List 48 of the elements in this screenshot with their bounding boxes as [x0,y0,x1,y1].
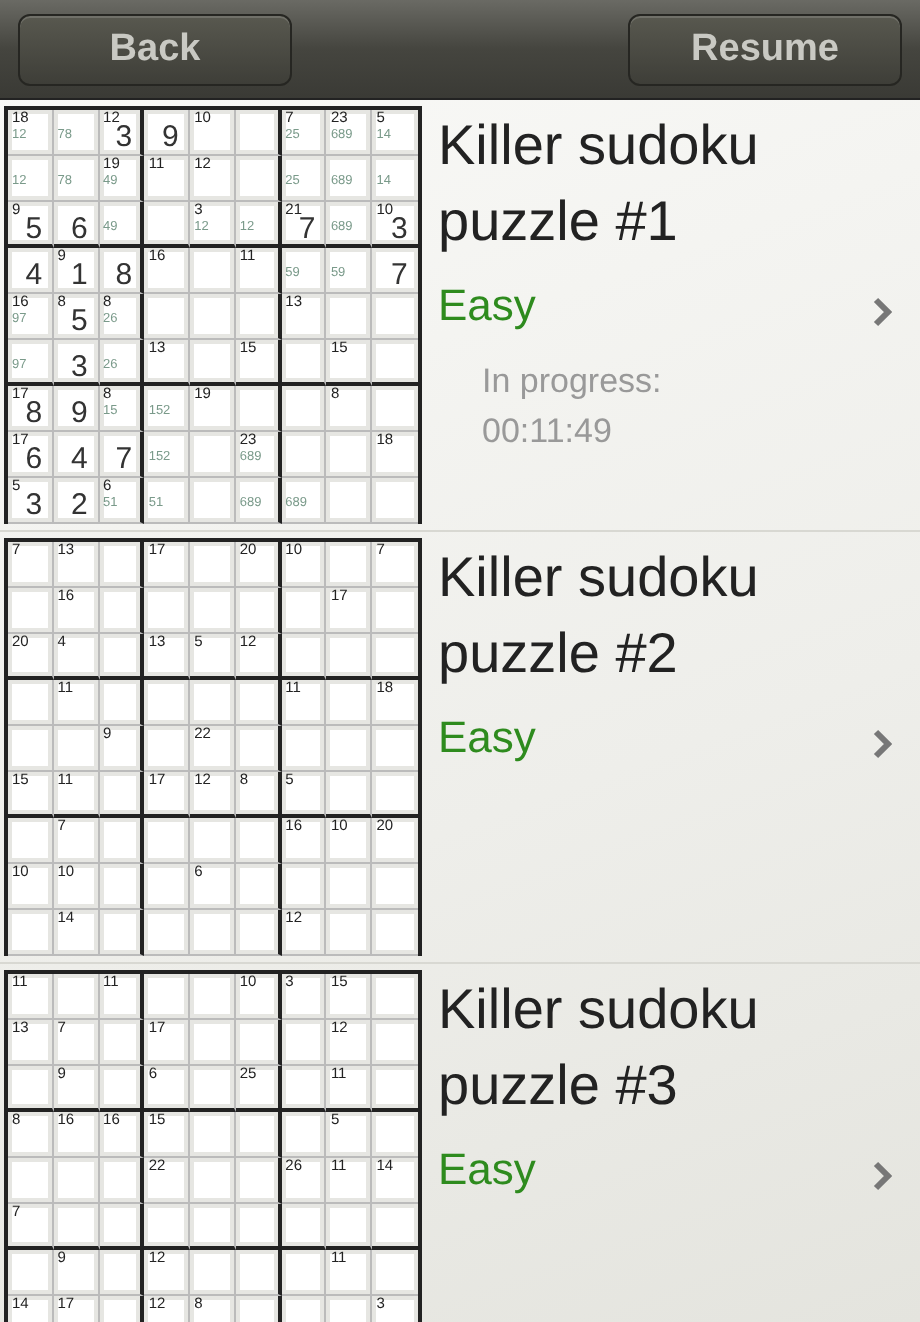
grid-cell [326,726,373,772]
grid-cell [372,910,418,956]
puzzle-title[interactable]: Killer sudoku puzzle #1 [438,108,818,260]
grid-cell [190,974,236,1020]
cell-digit: 8 [25,396,43,430]
cell-digit: 3 [25,488,43,522]
grid-cell [235,1204,282,1250]
grid-cell [99,818,145,864]
grid-cell [99,588,145,634]
cell-digit: 4 [70,442,88,476]
cell-digit: 7 [298,211,316,245]
back-button[interactable]: Back [18,13,292,85]
cell-digit: 7 [390,258,408,292]
cell-digit: 6 [25,442,43,476]
resume-button[interactable]: Resume [628,13,902,85]
cell-digit: 5 [25,211,43,245]
grid-cell [235,864,282,910]
chevron-icon[interactable] [872,728,892,760]
cell-digit: 3 [115,120,133,154]
cell-digit: 3 [70,349,88,383]
difficulty-label: Easy [438,280,536,332]
grid-cell [99,864,145,910]
cell-digit: 9 [70,396,88,430]
puzzle-title[interactable]: Killer sudoku puzzle #3 [438,972,818,1124]
grid-cell [99,1204,145,1250]
cell-digit: 7 [115,442,133,476]
cell-digit: 8 [115,258,133,292]
progress-time: 00:11:49 [482,410,614,454]
cell-digit: 2 [70,488,88,522]
chevron-icon[interactable] [872,296,892,328]
grid-cell [190,1204,236,1250]
cell-digit: 6 [70,211,88,245]
grid-cell [235,1158,282,1204]
cell-digit: 3 [390,211,408,245]
puzzle-title[interactable]: Killer sudoku puzzle #2 [438,540,818,692]
grid-cell [99,634,145,680]
cell-digit: 4 [25,258,43,292]
grid-cell [144,910,191,956]
cell-digit: 1 [70,258,88,292]
progress-label: In progress: [482,360,664,404]
chevron-icon[interactable] [872,1160,892,1192]
cell-digit: 5 [70,304,88,338]
difficulty-label: Easy [438,712,536,764]
cell-digit: 9 [162,120,179,154]
grid-cell [190,294,236,340]
grid-cell [99,1250,145,1296]
grid-cell [235,1250,282,1296]
difficulty-label: Easy [438,1144,536,1196]
